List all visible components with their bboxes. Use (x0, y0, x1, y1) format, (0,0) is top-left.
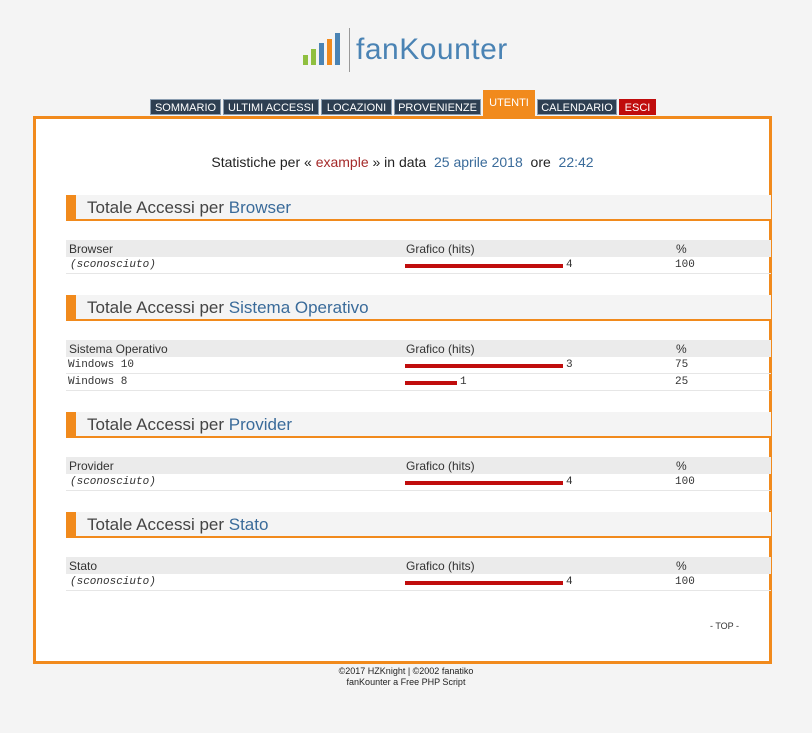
row-name: Windows 10 (68, 359, 135, 371)
section-title-prefix: Totale Accessi per (87, 415, 225, 434)
section-title-browser: Totale Accessi per Browser (66, 195, 771, 221)
col-header-name: Provider (69, 459, 114, 473)
tab-locazioni[interactable]: LOCAZIONI (321, 99, 392, 115)
os-table: Sistema Operativo Grafico (hits) % Windo… (66, 340, 771, 391)
logo-text: fanKounter (356, 33, 508, 66)
footer: ©2017 HZKnight | ©2002 fanatiko fanKount… (0, 666, 812, 688)
header-user: example (315, 154, 369, 170)
section-marker (66, 295, 76, 321)
table-row: (sconosciuto) 4 100 (66, 257, 771, 274)
row-name: (sconosciuto) (70, 476, 156, 488)
content-frame: Statistiche per « example » in data 25 a… (33, 116, 772, 664)
section-title-key: Sistema Operativo (228, 298, 369, 317)
tab-sommario[interactable]: SOMMARIO (150, 99, 221, 115)
tab-calendario[interactable]: CALENDARIO (537, 99, 617, 115)
row-percent: 100 (675, 576, 695, 588)
section-title-provider: Totale Accessi per Provider (66, 412, 771, 438)
section-marker (66, 412, 76, 438)
col-header-graph: Grafico (hits) (406, 342, 475, 356)
col-header-percent: % (676, 559, 687, 573)
section-title-key: Provider (228, 415, 293, 434)
provider-table: Provider Grafico (hits) % (sconosciuto) … (66, 457, 771, 491)
col-header-name: Browser (69, 242, 114, 256)
row-percent: 100 (675, 476, 695, 488)
section-title-prefix: Totale Accessi per (87, 515, 225, 534)
hits-bar (405, 264, 563, 268)
footer-tagline: fanKounter a Free PHP Script (346, 677, 466, 687)
section-marker (66, 195, 76, 221)
col-header-percent: % (676, 242, 687, 256)
row-hits: 4 (566, 576, 573, 588)
tab-provenienze[interactable]: PROVENIENZE (394, 99, 481, 115)
table-row: Windows 10 3 75 (66, 357, 771, 374)
logo-divider (349, 28, 350, 72)
browser-table: Browser Grafico (hits) % (sconosciuto) 4… (66, 240, 771, 274)
table-header: Stato Grafico (hits) % (66, 557, 771, 574)
section-title-stato: Totale Accessi per Stato (66, 512, 771, 538)
row-hits: 1 (460, 376, 467, 388)
footer-copyright: ©2017 HZKnight | ©2002 fanatiko (338, 666, 474, 676)
table-row: (sconosciuto) 4 100 (66, 574, 771, 591)
col-header-graph: Grafico (hits) (406, 559, 475, 573)
row-percent: 75 (675, 359, 689, 371)
tab-ultimi-accessi[interactable]: ULTIMI ACCESSI (223, 99, 319, 115)
hits-bar (405, 381, 457, 385)
section-title-prefix: Totale Accessi per (87, 198, 225, 217)
header-prefix: Statistiche per « (211, 154, 312, 170)
row-name: (sconosciuto) (70, 259, 156, 271)
table-row: (sconosciuto) 4 100 (66, 474, 771, 491)
header-mid: » in data (372, 154, 427, 170)
top-link[interactable]: - TOP - (710, 621, 739, 631)
row-hits: 3 (566, 359, 573, 371)
row-hits: 4 (566, 259, 573, 271)
section-title-prefix: Totale Accessi per (87, 298, 225, 317)
row-name: (sconosciuto) (70, 576, 156, 588)
bar-chart-logo-icon (303, 31, 345, 69)
header-ore: ore (530, 154, 551, 170)
section-title-key: Stato (228, 515, 269, 534)
stats-header: Statistiche per « example » in data 25 a… (36, 154, 769, 170)
tab-esci[interactable]: ESCI (619, 99, 656, 115)
tab-utenti[interactable]: UTENTI (483, 90, 535, 117)
row-percent: 100 (675, 259, 695, 271)
section-title-key: Browser (228, 198, 292, 217)
col-header-graph: Grafico (hits) (406, 459, 475, 473)
header-date: 25 aprile 2018 (434, 154, 523, 170)
section-title-os: Totale Accessi per Sistema Operativo (66, 295, 771, 321)
hits-bar (405, 364, 563, 368)
table-row: Windows 8 1 25 (66, 374, 771, 391)
hits-bar (405, 581, 563, 585)
col-header-name: Stato (69, 559, 98, 573)
col-header-percent: % (676, 459, 687, 473)
col-header-graph: Grafico (hits) (406, 242, 475, 256)
section-marker (66, 512, 76, 538)
header-time: 22:42 (558, 154, 594, 170)
row-hits: 4 (566, 476, 573, 488)
logo: fanKounter (303, 26, 508, 74)
row-name: Windows 8 (68, 376, 128, 388)
table-header: Browser Grafico (hits) % (66, 240, 771, 257)
table-header: Sistema Operativo Grafico (hits) % (66, 340, 771, 357)
table-header: Provider Grafico (hits) % (66, 457, 771, 474)
hits-bar (405, 481, 563, 485)
col-header-name: Sistema Operativo (69, 342, 168, 356)
col-header-percent: % (676, 342, 687, 356)
stato-table: Stato Grafico (hits) % (sconosciuto) 4 1… (66, 557, 771, 591)
row-percent: 25 (675, 376, 689, 388)
